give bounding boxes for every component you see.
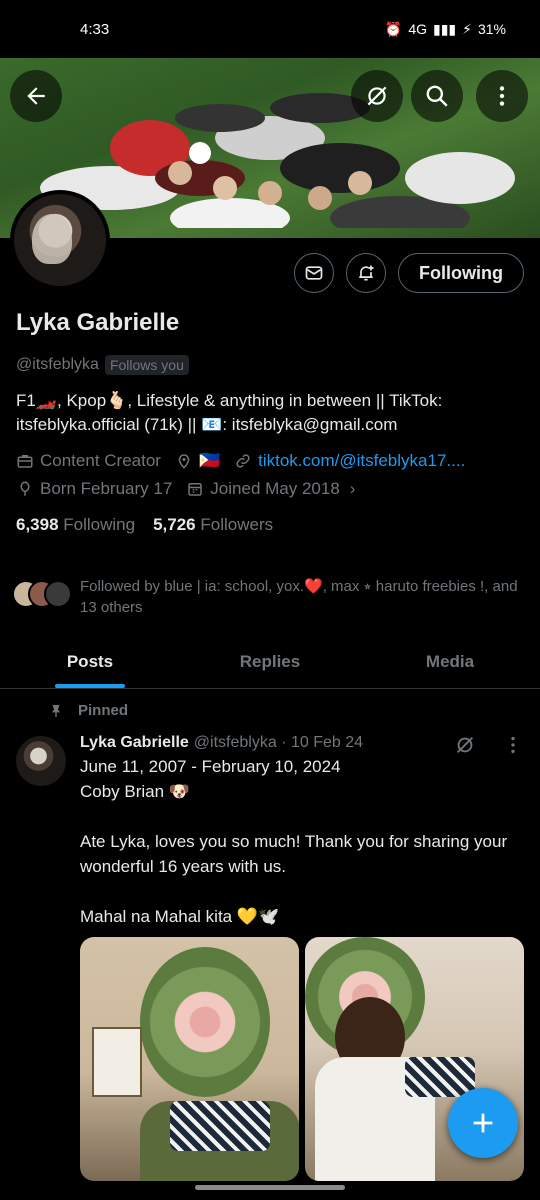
flower-arrangement [140,947,270,1097]
pillow [405,1057,475,1097]
followed-by-avatars [12,576,72,610]
pinned-label: Pinned [78,702,129,719]
grok-icon [367,86,387,106]
followed-by-text: Followed by blue | ia: school, yox.❤️, m… [80,578,518,616]
birthday-item: Born February 17 [16,479,172,499]
profile-handle: @itsfeblyka [16,356,99,373]
more-button[interactable] [476,70,528,122]
status-icons: ⏰ 4G ▮▮▮ ⚡ 31% [385,21,506,38]
following-button[interactable]: Following [398,253,524,293]
website-item[interactable]: tiktok.com/@itsfeblyka17.... [234,451,465,471]
pinned-post[interactable]: Lyka Gabrielle @itsfeblyka · 10 Feb 24 J… [80,734,524,929]
category-item: Content Creator [16,451,161,471]
pinned-indicator: Pinned [48,702,128,719]
post-header: Lyka Gabrielle @itsfeblyka · 10 Feb 24 [80,734,524,754]
tab-posts[interactable]: Posts [0,635,180,688]
post-header-icons [454,734,524,756]
search-icon [426,85,448,107]
profile-meta: Content Creator 🇵🇭 tiktok.com/@itsfeblyk… [16,451,524,499]
follow-counts: 6,398 Following 5,726 Followers [16,515,524,535]
search-button[interactable] [411,70,463,122]
location-item: 🇵🇭 [175,451,220,471]
home-indicator[interactable] [195,1185,345,1190]
avatar [44,580,72,608]
status-bar: 4:33 ⏰ 4G ▮▮▮ ⚡ 31% [0,0,540,58]
tab-replies[interactable]: Replies [180,635,360,688]
message-button[interactable] [294,253,335,293]
balloon-icon [20,481,30,496]
pillow [170,1101,270,1151]
grok-icon[interactable] [454,734,476,756]
profile-name: Lyka Gabrielle [16,309,180,336]
category-label: Content Creator [40,451,161,470]
profile-info: Lyka Gabrielle @itsfeblyka Follows you F… [16,305,524,535]
battery-icon: ⚡ [462,20,472,37]
battery-level: 31% [477,21,506,37]
joined-label: Joined May 2018 [210,479,340,498]
tab-media[interactable]: Media [360,635,540,688]
post-author-name[interactable]: Lyka Gabrielle [80,734,189,752]
signal-icon: ▮▮▮ [433,20,457,37]
post-image[interactable] [80,937,299,1181]
memorial-frame [92,1027,142,1097]
mail-icon [305,266,323,280]
location-flag: 🇵🇭 [198,451,221,470]
following-label: Following [63,515,136,534]
profile-actions: Following [294,253,524,293]
more-vertical-icon[interactable] [502,734,524,756]
followed-by[interactable]: Followed by blue | ia: school, yox.❤️, m… [12,576,524,618]
more-vertical-icon [499,86,505,106]
avatar[interactable] [16,736,66,786]
calendar-icon [188,483,203,496]
chevron-right-icon: › [349,479,356,498]
follows-you-badge: Follows you [104,355,189,375]
location-pin-icon [178,454,190,469]
network-indicator: 4G [408,21,427,37]
alarm-icon: ⏰ [384,20,403,37]
profile-bio: F1🏎️, Kpop🫰🏻, Lifestyle & anything in be… [16,391,443,434]
handle-row: @itsfeblyka Follows you [16,355,524,375]
pin-icon [52,704,60,717]
arrow-left-icon [27,87,45,105]
following-number: 6,398 [16,515,59,534]
followers-number: 5,726 [153,515,196,534]
followers-count[interactable]: 5,726 Followers [153,515,273,535]
joined-item[interactable]: Joined May 2018 › [186,479,355,499]
following-count[interactable]: 6,398 Following [16,515,135,535]
back-button[interactable] [10,70,62,122]
website-link[interactable]: tiktok.com/@itsfeblyka17.... [258,451,465,471]
plus-icon [473,1113,493,1133]
status-time: 4:33 [80,20,110,38]
followers-label: Followers [200,515,274,534]
grok-button[interactable] [351,70,403,122]
notify-button[interactable] [346,253,387,293]
profile-avatar[interactable] [10,190,110,290]
avatar [14,194,106,286]
post-text: June 11, 2007 - February 10, 2024 Coby B… [80,757,508,926]
compose-button[interactable] [448,1088,518,1158]
birthday-label: Born February 17 [40,479,173,498]
profile-tabs: Posts Replies Media [0,635,540,689]
link-icon [236,454,250,468]
briefcase-icon [17,455,33,468]
bell-plus-icon [359,265,374,281]
post-meta: @itsfeblyka · 10 Feb 24 [193,734,364,751]
